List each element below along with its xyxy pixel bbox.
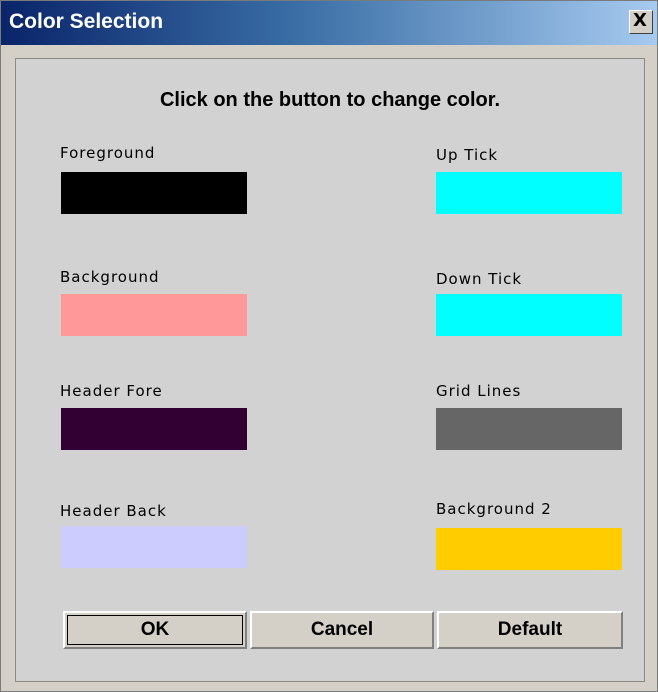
close-button[interactable]: X — [629, 10, 653, 34]
ok-button[interactable]: OK — [63, 611, 247, 649]
color-panel: Click on the button to change color. For… — [15, 58, 645, 682]
header-back-color-button[interactable] — [61, 526, 247, 568]
label-header-back: Header Back — [60, 502, 167, 520]
header-fore-color-button[interactable] — [61, 408, 247, 450]
up-tick-color-button[interactable] — [436, 172, 622, 214]
label-background-2: Background 2 — [436, 500, 552, 518]
background-2-color-button[interactable] — [436, 528, 622, 570]
title-bar[interactable]: Color Selection X — [1, 1, 657, 45]
label-header-fore: Header Fore — [60, 382, 163, 400]
instruction-text: Click on the button to change color. — [159, 89, 500, 111]
label-background: Background — [60, 268, 160, 286]
down-tick-color-button[interactable] — [436, 294, 622, 336]
label-foreground: Foreground — [60, 144, 156, 162]
window-title: Color Selection — [9, 10, 164, 33]
label-down-tick: Down Tick — [436, 270, 523, 288]
grid-lines-color-button[interactable] — [436, 408, 622, 450]
color-selection-dialog: Color Selection X Click on the button to… — [0, 0, 658, 692]
default-button[interactable]: Default — [437, 611, 623, 649]
foreground-color-button[interactable] — [61, 172, 247, 214]
cancel-button[interactable]: Cancel — [250, 611, 434, 649]
close-icon: X — [633, 10, 647, 31]
label-up-tick: Up Tick — [436, 146, 499, 164]
background-color-button[interactable] — [61, 294, 247, 336]
label-grid-lines: Grid Lines — [436, 382, 522, 400]
